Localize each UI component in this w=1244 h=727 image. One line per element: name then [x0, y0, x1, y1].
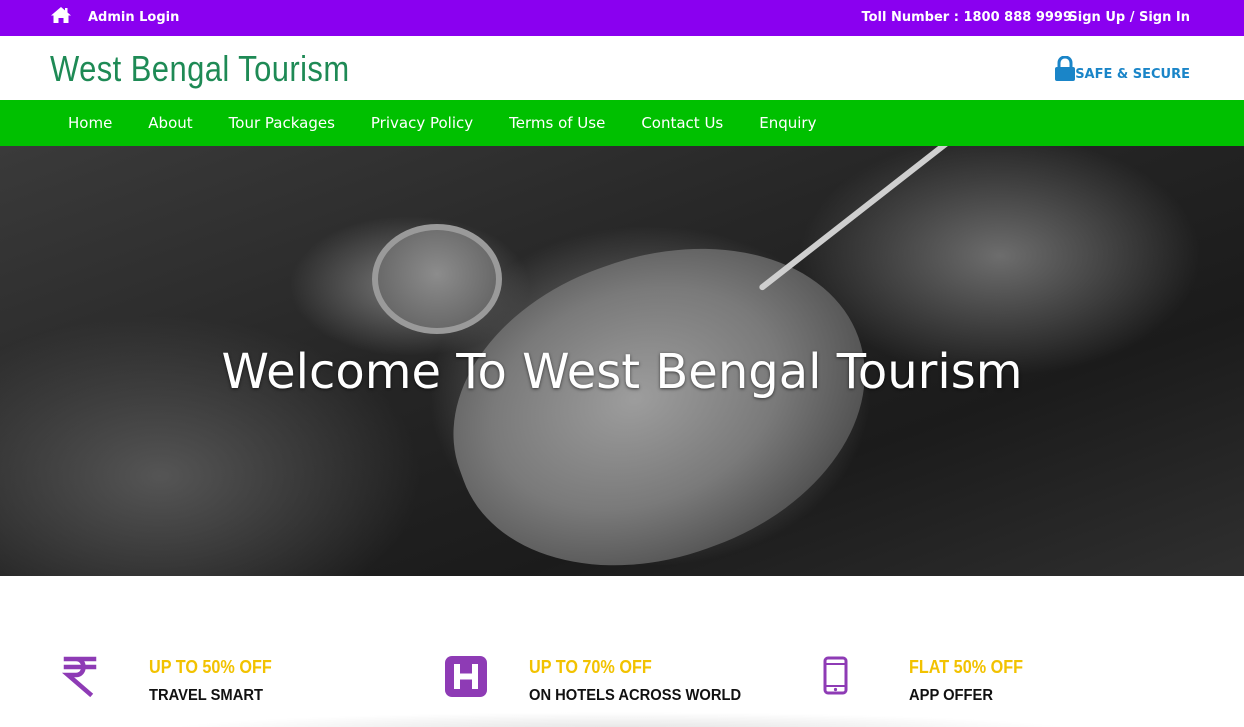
offer-deal: UP TO 70% OFF: [529, 657, 652, 677]
nav-item-enquiry[interactable]: Enquiry: [741, 100, 834, 146]
safe-secure-label: SAFE & SECURE: [1075, 67, 1190, 82]
admin-login-link[interactable]: Admin Login: [88, 10, 179, 25]
rupee-icon: [61, 656, 97, 698]
hero-title: Welcome To West Bengal Tourism: [221, 344, 1023, 400]
offer-subtitle: ON HOTELS ACROSS WORLD: [529, 687, 742, 704]
brand-bar: West Bengal Tourism SAFE & SECURE: [0, 36, 1244, 100]
signup-signin-link[interactable]: Sign Up / Sign In: [1068, 10, 1190, 25]
top-bar: Admin Login Toll Number : 1800 888 9999 …: [0, 0, 1244, 36]
main-nav: Home About Tour Packages Privacy Policy …: [0, 100, 1244, 146]
nav-item-terms-of-use[interactable]: Terms of Use: [491, 100, 623, 146]
nav-item-contact-us[interactable]: Contact Us: [623, 100, 741, 146]
hero-image-tin: [372, 224, 502, 334]
home-icon[interactable]: [50, 6, 72, 24]
offer-deal: UP TO 50% OFF: [149, 657, 272, 677]
hotel-icon: [445, 656, 487, 697]
nav-item-home[interactable]: Home: [50, 100, 130, 146]
offer-deal: FLAT 50% OFF: [909, 657, 1024, 677]
offers-section: UP TO 50% OFF TRAVEL SMART UP TO 70% OFF…: [0, 576, 1244, 727]
nav-item-tour-packages[interactable]: Tour Packages: [211, 100, 353, 146]
site-logo-text[interactable]: West Bengal Tourism: [50, 48, 350, 90]
toll-number: Toll Number : 1800 888 9999: [861, 10, 1072, 25]
nav-item-privacy-policy[interactable]: Privacy Policy: [353, 100, 491, 146]
offer-subtitle: APP OFFER: [909, 687, 993, 704]
nav-list: Home About Tour Packages Privacy Policy …: [50, 100, 834, 146]
hero-banner: Welcome To West Bengal Tourism: [0, 146, 1244, 576]
lock-icon: [1055, 56, 1075, 81]
offer-subtitle: TRAVEL SMART: [149, 687, 263, 704]
nav-item-about[interactable]: About: [130, 100, 210, 146]
section-shadow: [150, 712, 1090, 727]
mobile-icon: [823, 656, 848, 695]
